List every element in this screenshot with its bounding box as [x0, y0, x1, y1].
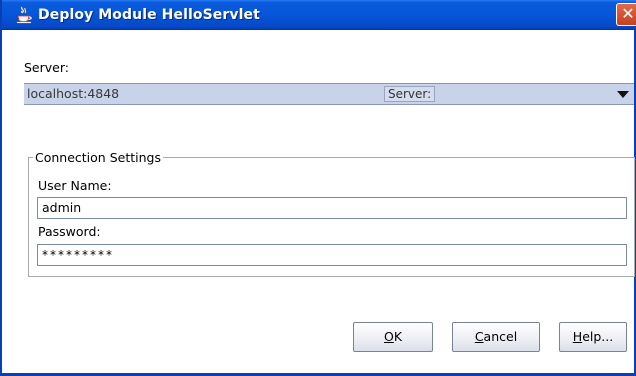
ok-button[interactable]: OK	[353, 322, 433, 352]
help-label: elp...	[582, 329, 614, 344]
cancel-label: ancel	[483, 329, 518, 344]
ok-mnemonic: O	[383, 329, 394, 344]
user-name-label: User Name:	[38, 178, 112, 193]
server-select[interactable]: localhost:4848 Server:	[24, 83, 634, 105]
user-name-field[interactable]: admin	[37, 197, 627, 219]
ok-label: K	[393, 329, 403, 344]
cancel-mnemonic: C	[474, 329, 484, 344]
password-field[interactable]: *********	[37, 244, 627, 266]
title-bar[interactable]: Deploy Module HelloServlet ✕	[2, 0, 636, 30]
password-label: Password:	[38, 224, 101, 239]
window-title: Deploy Module HelloServlet	[38, 7, 260, 23]
help-mnemonic: H	[572, 329, 583, 344]
help-button[interactable]: Help...	[559, 322, 627, 352]
connection-settings-title: Connection Settings	[33, 150, 163, 165]
server-tag: Server:	[384, 86, 436, 102]
close-icon: ✕	[621, 4, 635, 23]
deploy-dialog: Deploy Module HelloServlet ✕ Server: loc…	[0, 0, 636, 376]
server-selected-value: localhost:4848	[27, 86, 120, 101]
java-coffee-icon	[17, 6, 32, 24]
server-label: Server:	[24, 60, 69, 75]
close-button[interactable]: ✕	[616, 3, 636, 26]
cancel-button[interactable]: Cancel	[452, 322, 540, 352]
chevron-down-icon[interactable]	[617, 91, 629, 98]
